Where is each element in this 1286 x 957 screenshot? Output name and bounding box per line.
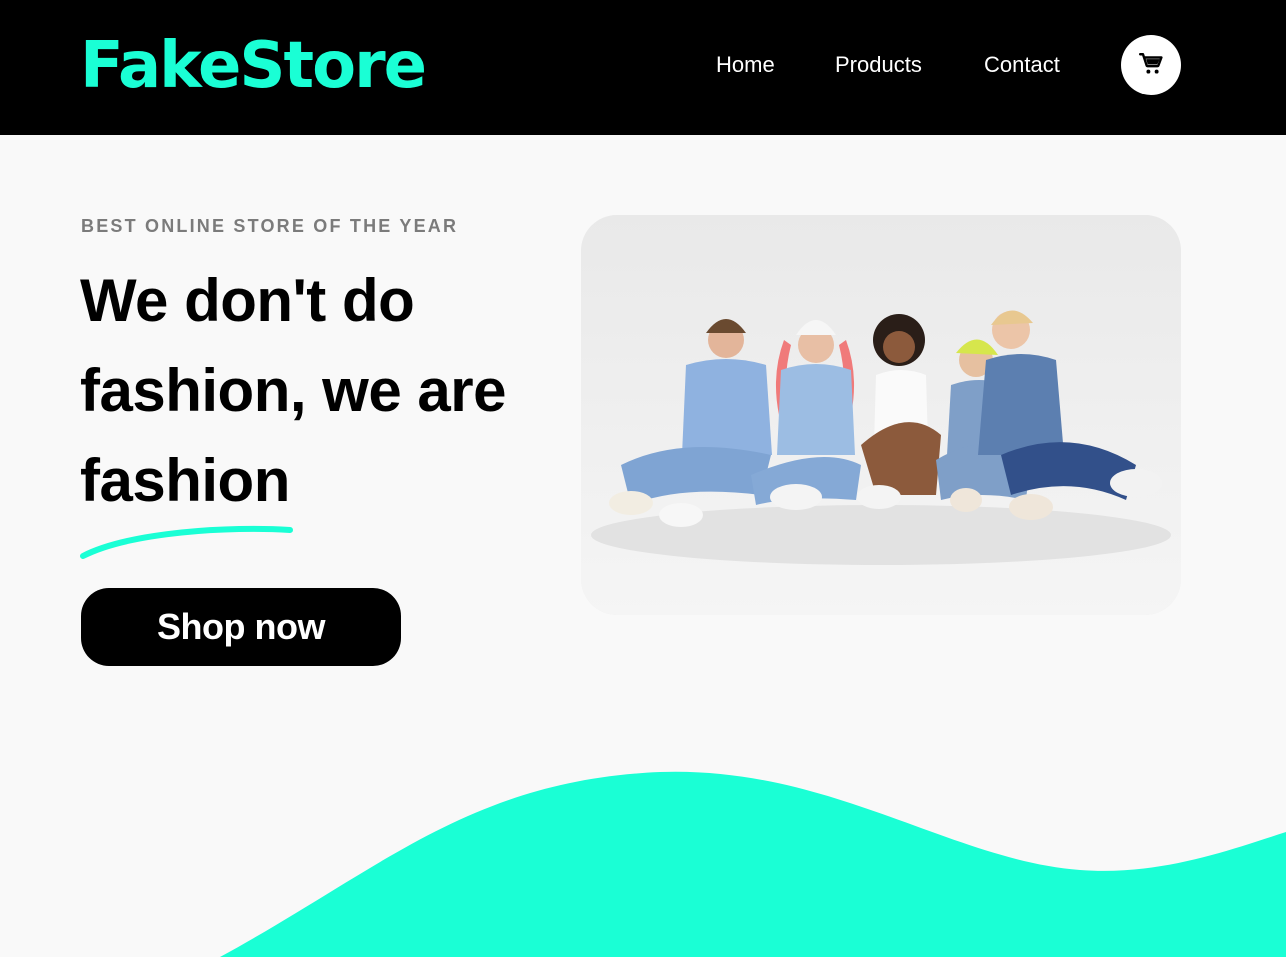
shopping-cart-icon — [1138, 51, 1164, 80]
nav-products-link[interactable]: Products — [835, 50, 922, 80]
hero-headline-line: We don't do — [80, 267, 415, 334]
decorative-wave — [220, 771, 1286, 957]
hero-headline: We don't do fashion, we are fashion — [80, 256, 540, 526]
hero-image — [581, 215, 1181, 615]
shop-now-button[interactable]: Shop now — [81, 588, 401, 666]
nav-home-link[interactable]: Home — [716, 50, 775, 80]
hero-headline-line: fashion, we are — [80, 357, 506, 424]
site-header: FakeStore Home Products Contact — [0, 0, 1286, 135]
hero-eyebrow: BEST ONLINE STORE OF THE YEAR — [81, 216, 459, 236]
brand-logo[interactable]: FakeStore — [80, 28, 427, 104]
nav-contact-link[interactable]: Contact — [984, 50, 1060, 80]
group-photo-illustration — [581, 215, 1181, 615]
hero-headline-line: fashion — [80, 447, 290, 514]
headline-underline-stroke — [80, 525, 293, 559]
cart-button[interactable] — [1121, 35, 1181, 95]
